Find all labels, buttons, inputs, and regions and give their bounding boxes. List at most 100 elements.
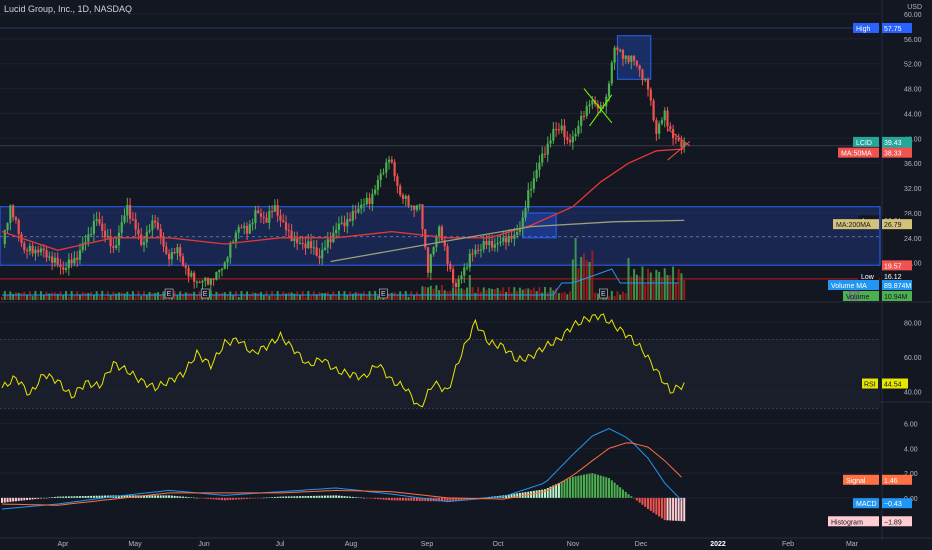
candle-body [131,218,134,220]
chart-canvas[interactable]: 60.00 56.00 52.00 48.00 44.00 40.00 36.00 32.00… [0,0,932,550]
histogram-bar [243,497,246,500]
candle-body [151,220,154,231]
candle-body [78,250,82,260]
candle-body [67,259,70,269]
price-tag-label: Volume MA [831,283,867,290]
candle-body [677,138,680,141]
volume-bar [39,291,42,300]
volume-bar [660,277,663,300]
candle-body [181,256,185,266]
histogram-bar [156,495,159,498]
x-tick-label: Mar [846,541,859,548]
macd-value: −1.89 [884,519,902,526]
volume-bar [496,287,499,300]
histogram-bar [588,473,591,498]
candle-body [128,205,132,219]
histogram-bar [610,480,613,498]
candle-body [106,236,109,238]
histogram-bar [12,497,15,502]
trendline [667,128,691,147]
volume-bar [429,285,432,300]
candle-body [14,217,18,221]
volume-bar [17,292,20,300]
candle-body [568,139,572,143]
volume-bar [143,291,146,300]
histogram-bar [209,497,212,500]
candle-body [376,179,380,190]
candle-body [123,215,126,223]
volume-bar [298,295,301,300]
candle-body [101,223,104,231]
candle-body [493,244,496,248]
histogram-bar [240,497,243,500]
histogram-bar [78,496,81,498]
candle-body [42,248,45,251]
candle-body [170,251,173,260]
candle-body [630,55,633,62]
histogram-bar [362,497,365,499]
candle-body [276,205,279,216]
histogram-bar [53,496,56,498]
volume-bar [129,295,132,300]
y-tick-label: 44.00 [904,111,922,118]
volume-bar [401,295,404,300]
volume-bar [502,287,505,300]
candle-body [449,264,452,270]
volume-bar [613,296,616,300]
volume-bar [674,283,677,300]
candle-body [446,246,449,265]
volume-bar [343,291,346,300]
histogram-bar [602,476,605,498]
candle-body [482,241,485,250]
histogram-bar [301,496,304,498]
volume-bar [460,288,463,300]
candle-body [401,195,405,199]
candle-body [382,172,385,174]
volume-bar [156,292,159,300]
volume-bar [399,291,402,300]
histogram-bar [312,495,315,498]
candle-body [429,254,432,273]
histogram-bar [371,497,374,499]
volume-bar [337,291,340,300]
volume-bar [195,294,198,300]
volume-bar [518,287,521,300]
candle-body [532,178,535,189]
histogram-bar [415,497,418,501]
volume-bar [120,292,123,300]
candle-body [134,219,137,230]
volume-bar [232,295,235,300]
candle-body [435,235,438,248]
volume-bar [435,285,438,300]
candle-body [259,213,263,217]
histogram-bar [652,497,655,513]
histogram-bar [385,497,388,500]
candle-body [140,234,143,245]
volume-bar [482,287,485,300]
histogram-bar [42,497,45,499]
volume-bar [106,291,109,300]
volume-bar [349,291,352,300]
volume-bar [577,267,580,300]
volume-bar [296,291,299,300]
y-tick-label: 4.00 [904,446,918,453]
candle-body [167,253,171,260]
volume-bar [424,286,427,300]
histogram-bar [633,497,636,499]
candle-body [463,267,466,276]
volume-bar [117,292,120,300]
histogram-bar [318,495,321,498]
price-tag-label: MA:50MA [841,151,872,158]
candle-body [557,129,561,131]
volume-bar [594,292,597,300]
histogram-bar [349,496,352,498]
histogram-bar [518,492,521,498]
histogram-bar [6,497,9,503]
candle-body [87,234,90,242]
volume-bar [513,287,516,300]
histogram-bar [393,497,396,501]
candle-body [499,241,502,243]
price-tag-value: 26.79 [884,222,902,229]
x-tick-label: Dec [635,541,648,548]
volume-bar [543,287,546,300]
